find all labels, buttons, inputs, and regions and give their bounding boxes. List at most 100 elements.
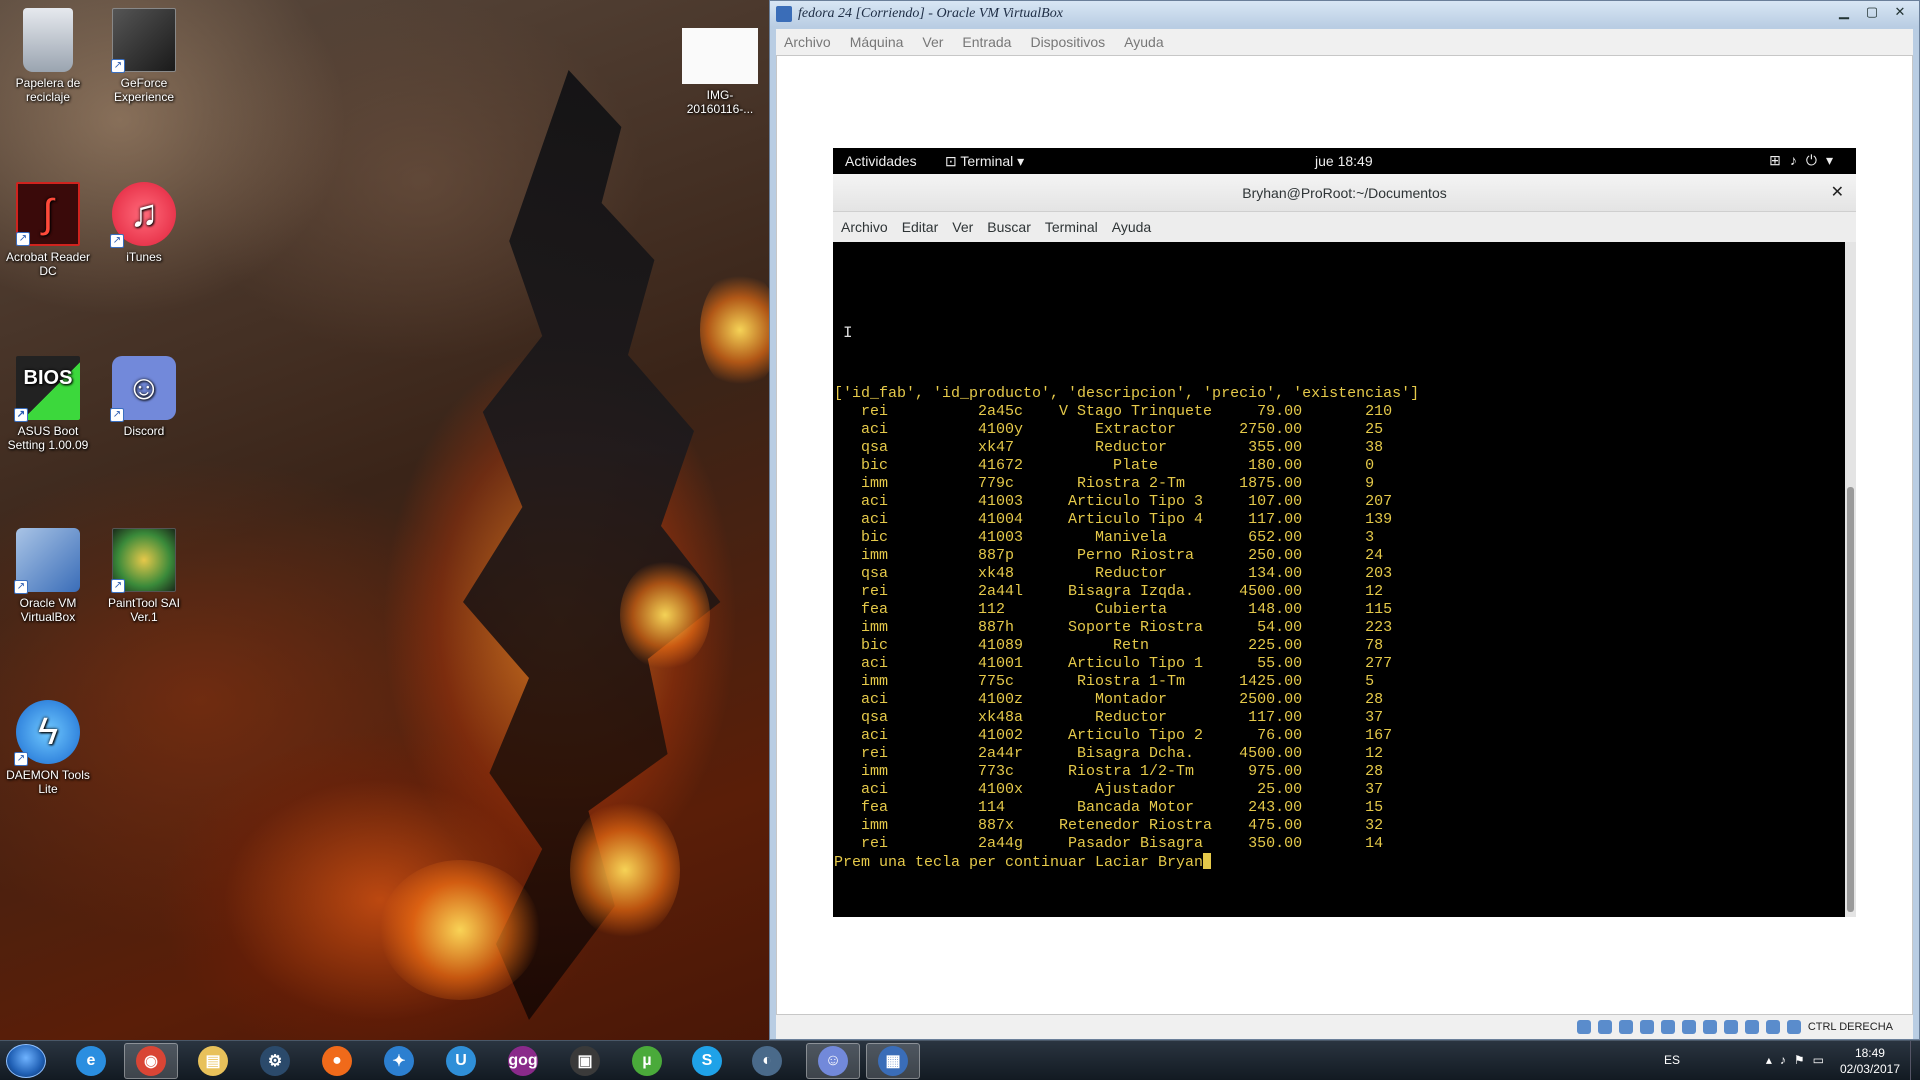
file-explorer-icon: ▤ — [198, 1046, 228, 1076]
daemon-tools-icon: ϟ ↗ — [14, 700, 80, 766]
power-icon: ⏻ — [1805, 152, 1826, 168]
keyboard-capture-icon[interactable] — [1786, 1020, 1801, 1034]
terminal-row: aci 41004 Articulo Tipo 4 117.00 139 — [834, 511, 1393, 528]
host-key-label: CTRL DERECHA — [1807, 1021, 1893, 1033]
system-menu[interactable]: ⊞♪⏻▾ — [1769, 152, 1842, 169]
taskbar-item-file-explorer[interactable]: ▤ — [186, 1043, 240, 1079]
desktop-icon-daemon-tools[interactable]: ϟ ↗ DAEMON Tools Lite — [2, 700, 94, 796]
terminal-row: fea 112 Cubierta 148.00 115 — [834, 601, 1393, 618]
terminal-row: imm 775c Riostra 1-Tm 1425.00 5 — [834, 673, 1375, 690]
show-desktop-button[interactable] — [1910, 1041, 1920, 1080]
tray-icons[interactable]: ▴♪⚑▭ — [1766, 1053, 1832, 1067]
image-thumbnail-icon — [682, 28, 758, 84]
window-title: fedora 24 [Corriendo] - Oracle VM Virtua… — [798, 6, 1063, 21]
activities-button[interactable]: Actividades — [845, 153, 917, 169]
desktop-icon-geforce[interactable]: ↗ GeForce Experience — [98, 8, 190, 104]
taskbar-item-gog[interactable]: gog — [496, 1043, 550, 1079]
terminal-menu-editar[interactable]: Editar — [902, 219, 939, 235]
desktop-icon-discord[interactable]: ☺ ↗ Discord — [98, 356, 190, 438]
geforce-taskbar-icon: ▣ — [570, 1046, 600, 1076]
terminal-menu-ver[interactable]: Ver — [952, 219, 973, 235]
start-button[interactable] — [6, 1044, 46, 1078]
terminal-output[interactable]: I ['id_fab', 'id_producto', 'descripcion… — [833, 242, 1845, 917]
menu-ver[interactable]: Ver — [922, 34, 943, 50]
terminal-row: rei 2a45c V Stago Trinquete 79.00 210 — [834, 403, 1393, 420]
taskbar-item-steam[interactable]: ⚙ — [248, 1043, 302, 1079]
gnome-clock[interactable]: jue 18:49 — [1315, 153, 1373, 169]
terminal-menu-buscar[interactable]: Buscar — [987, 219, 1031, 235]
optical-drive-icon[interactable] — [1597, 1020, 1612, 1034]
taskbar-item-geforce-taskbar[interactable]: ▣ — [558, 1043, 612, 1079]
desktop-icon-recycle-bin[interactable]: Papelera de reciclaje — [2, 8, 94, 104]
app-menu-label: Terminal — [960, 153, 1014, 169]
display-icon[interactable] — [1702, 1020, 1717, 1034]
desktop-icon-painttool-sai[interactable]: ↗ PaintTool SAI Ver.1 — [98, 528, 190, 624]
acrobat-icon: ∫ ↗ — [16, 182, 80, 246]
menu-entrada[interactable]: Entrada — [962, 34, 1011, 50]
network-icon[interactable] — [1639, 1020, 1654, 1034]
desktop-icon-image-file[interactable]: IMG-20160116-... — [674, 28, 766, 116]
virtualbox-logo-icon — [776, 6, 792, 22]
recycle-bin-icon — [23, 8, 73, 72]
video-capture-icon[interactable] — [1723, 1020, 1738, 1034]
terminal-row: rei 2a44r Bisagra Dcha. 4500.00 12 — [834, 745, 1384, 762]
taskbar-item-utorrent[interactable]: µ — [620, 1043, 674, 1079]
terminal-row: imm 887h Soporte Riostra 54.00 223 — [834, 619, 1393, 636]
clock-date: 02/03/2017 — [1839, 1062, 1900, 1076]
terminal-row: qsa xk47 Reductor 355.00 38 — [834, 439, 1384, 456]
maximize-button[interactable]: ▢ — [1859, 3, 1885, 21]
battlenet-icon: ✦ — [384, 1046, 414, 1076]
chevron-down-icon: ▾ — [1825, 152, 1842, 168]
terminal-prompt-line: Prem una tecla per continuar Laciar Brya… — [834, 853, 1419, 871]
terminal-row: imm 779c Riostra 2-Tm 1875.00 9 — [834, 475, 1375, 492]
desktop-icon-label: PaintTool SAI Ver.1 — [107, 596, 181, 624]
shortcut-arrow-icon: ↗ — [14, 580, 28, 594]
virtualbox-titlebar[interactable]: fedora 24 [Corriendo] - Oracle VM Virtua… — [770, 1, 1919, 27]
menu-ayuda[interactable]: Ayuda — [1124, 34, 1163, 50]
terminal-row: imm 887x Retenedor Riostra 475.00 32 — [834, 817, 1384, 834]
network-icon: ▭ — [1812, 1053, 1832, 1067]
menu-maquina[interactable]: Máquina — [850, 34, 904, 50]
desktop-icon-virtualbox[interactable]: ↗ Oracle VM VirtualBox — [2, 528, 94, 624]
language-indicator[interactable]: ES — [1664, 1053, 1680, 1067]
terminal-menu-ayuda[interactable]: Ayuda — [1112, 219, 1151, 235]
taskbar-item-uplay[interactable]: U — [434, 1043, 488, 1079]
clock-time: 18:49 — [1854, 1046, 1885, 1060]
menu-dispositivos[interactable]: Dispositivos — [1030, 34, 1105, 50]
taskbar-item-origin[interactable]: ● — [310, 1043, 364, 1079]
volume-icon: ♪ — [1779, 1053, 1794, 1067]
shortcut-arrow-icon: ↗ — [111, 579, 125, 593]
terminal-menu-terminal[interactable]: Terminal — [1045, 219, 1098, 235]
usb-icon[interactable] — [1660, 1020, 1675, 1034]
audio-icon[interactable] — [1618, 1020, 1633, 1034]
terminal-menu-archivo[interactable]: Archivo — [841, 219, 888, 235]
taskbar-item-skype[interactable]: S — [680, 1043, 734, 1079]
taskbar-clock[interactable]: 18:49 02/03/2017 — [1840, 1045, 1900, 1077]
desktop-icon-itunes[interactable]: ♫ ↗ iTunes — [98, 182, 190, 264]
wallpaper-flame — [620, 560, 710, 670]
taskbar-item-virtualbox-taskbar[interactable]: ▦ — [866, 1043, 920, 1079]
taskbar-item-discord-taskbar[interactable]: ☺ — [806, 1043, 860, 1079]
close-button[interactable]: ✕ — [1887, 3, 1913, 21]
scrollbar-thumb[interactable] — [1847, 487, 1854, 912]
terminal-lines: ['id_fab', 'id_producto', 'descripcion',… — [834, 385, 1419, 871]
desktop-icon-label: Discord — [123, 424, 165, 438]
minimize-button[interactable]: ▁ — [1831, 3, 1857, 21]
shared-folders-icon[interactable] — [1681, 1020, 1696, 1034]
virtualization-icon[interactable] — [1744, 1020, 1759, 1034]
desktop-icon-acrobat[interactable]: ∫ ↗ Acrobat Reader DC — [2, 182, 94, 278]
mouse-integration-icon[interactable] — [1765, 1020, 1780, 1034]
app-menu-terminal[interactable]: ⊡ Terminal ▾ — [945, 153, 1024, 170]
terminal-scrollbar[interactable] — [1845, 242, 1856, 917]
terminal-row: imm 773c Riostra 1/2-Tm 975.00 28 — [834, 763, 1384, 780]
terminal-menubar: Archivo Editar Ver Buscar Terminal Ayuda — [833, 212, 1856, 242]
taskbar-item-chrome[interactable]: ◉ — [124, 1043, 178, 1079]
taskbar-item-internet-explorer[interactable]: e — [64, 1043, 118, 1079]
menu-archivo[interactable]: Archivo — [784, 34, 831, 50]
terminal-titlebar[interactable]: Bryhan@ProRoot:~/Documentos ✕ — [833, 174, 1856, 212]
taskbar-item-daemon-tools-taskbar[interactable]: ◐ — [740, 1043, 794, 1079]
desktop-icon-asus-boot[interactable]: BIOS ↗ ASUS Boot Setting 1.00.09 — [2, 356, 94, 452]
hard-disk-icon[interactable] — [1576, 1020, 1591, 1034]
terminal-close-button[interactable]: ✕ — [1831, 174, 1844, 212]
taskbar-item-battlenet[interactable]: ✦ — [372, 1043, 426, 1079]
